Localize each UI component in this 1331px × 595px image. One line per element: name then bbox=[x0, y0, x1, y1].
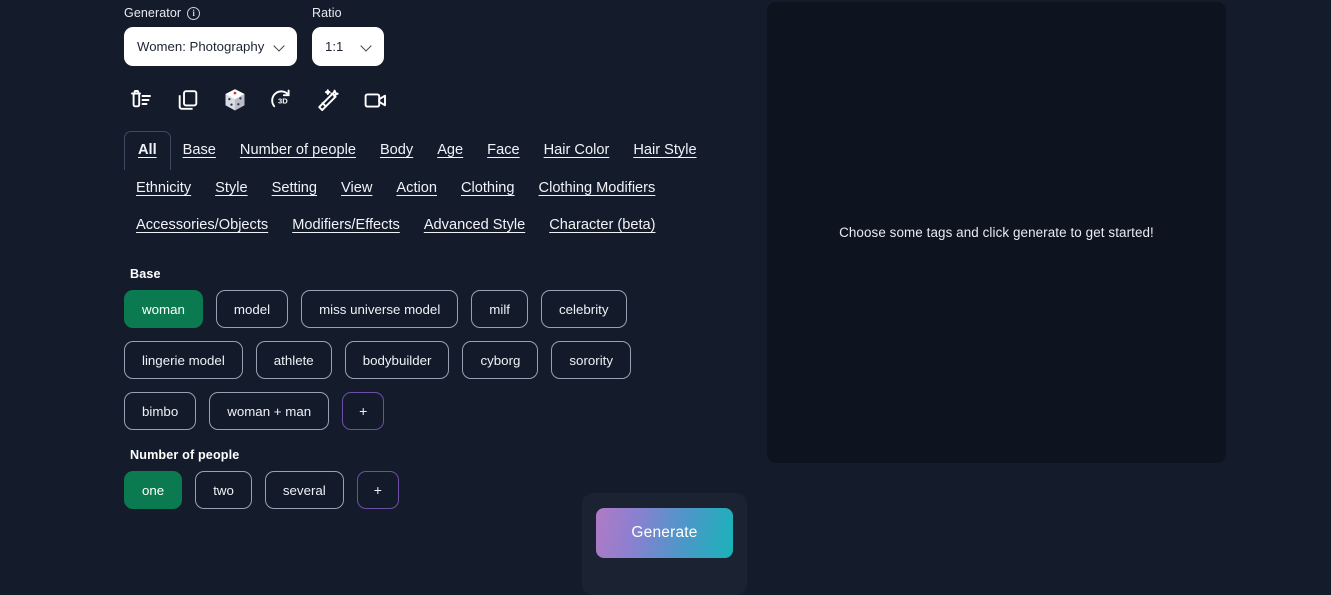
generator-select[interactable]: Women: Photography bbox=[124, 27, 297, 66]
tab-advanced-style[interactable]: Advanced Style bbox=[412, 207, 537, 244]
info-circle-icon[interactable]: i bbox=[187, 6, 201, 20]
tag-chip-list: woman model miss universe model milf cel… bbox=[124, 290, 694, 430]
add-tag-button[interactable]: + bbox=[356, 471, 399, 509]
tab-base[interactable]: Base bbox=[171, 132, 228, 169]
tab-age[interactable]: Age bbox=[425, 132, 475, 169]
tab-body[interactable]: Body bbox=[368, 132, 425, 169]
generator-controls-row: Generator i Women: Photography Ratio 1:1 bbox=[124, 0, 764, 66]
tag-chip[interactable]: milf bbox=[471, 290, 528, 328]
tab-hair-style[interactable]: Hair Style bbox=[621, 132, 708, 169]
tag-chip[interactable]: lingerie model bbox=[124, 341, 243, 379]
tab-setting[interactable]: Setting bbox=[260, 170, 329, 207]
generate-button[interactable]: Generate bbox=[596, 508, 733, 558]
tab-all[interactable]: All bbox=[124, 131, 171, 170]
clear-list-icon[interactable] bbox=[127, 87, 154, 114]
action-icon-toolbar: 3D bbox=[127, 84, 764, 116]
image-preview-panel: Choose some tags and click generate to g… bbox=[767, 2, 1226, 463]
ratio-field: Ratio 1:1 bbox=[312, 6, 384, 66]
chevron-down-icon bbox=[275, 41, 286, 52]
tab-modifiers-effects[interactable]: Modifiers/Effects bbox=[280, 207, 412, 244]
tag-chip[interactable]: several bbox=[264, 471, 344, 509]
copy-icon[interactable] bbox=[174, 87, 201, 114]
tag-chip[interactable]: athlete bbox=[255, 341, 332, 379]
tab-ethnicity[interactable]: Ethnicity bbox=[124, 170, 203, 207]
tab-accessories-objects[interactable]: Accessories/Objects bbox=[124, 207, 280, 244]
tag-group-title: Base bbox=[130, 267, 161, 281]
tab-face[interactable]: Face bbox=[475, 132, 531, 169]
tag-chip[interactable]: miss universe model bbox=[301, 290, 459, 328]
tab-view[interactable]: View bbox=[329, 170, 384, 207]
generator-label: Generator i bbox=[124, 6, 297, 20]
tab-clothing[interactable]: Clothing bbox=[449, 170, 527, 207]
tab-hair-color[interactable]: Hair Color bbox=[532, 132, 622, 169]
tag-chip[interactable]: bodybuilder bbox=[344, 341, 450, 379]
ratio-label: Ratio bbox=[312, 6, 384, 20]
generator-label-text: Generator bbox=[124, 6, 182, 20]
generator-field: Generator i Women: Photography bbox=[124, 6, 297, 66]
tag-chip[interactable]: model bbox=[215, 290, 289, 328]
magic-wand-icon[interactable] bbox=[315, 87, 342, 114]
tab-action[interactable]: Action bbox=[384, 170, 449, 207]
svg-text:3D: 3D bbox=[278, 96, 288, 105]
generate-dock: Generate bbox=[582, 493, 747, 595]
tag-chip[interactable]: cyborg bbox=[462, 341, 539, 379]
tag-chip[interactable]: celebrity bbox=[540, 290, 627, 328]
tag-group-title: Number of people bbox=[130, 448, 240, 462]
tab-character-beta[interactable]: Character (beta) bbox=[537, 207, 667, 244]
tab-style[interactable]: Style bbox=[203, 170, 259, 207]
dice-icon[interactable] bbox=[221, 87, 248, 114]
category-tabs: All Base Number of people Body Age Face … bbox=[124, 131, 724, 244]
tag-chip[interactable]: two bbox=[195, 471, 252, 509]
ratio-label-text: Ratio bbox=[312, 6, 342, 20]
tag-chip[interactable]: bimbo bbox=[124, 392, 197, 430]
tag-chip[interactable]: woman bbox=[124, 290, 203, 328]
generator-select-value: Women: Photography bbox=[137, 39, 265, 54]
preview-empty-message: Choose some tags and click generate to g… bbox=[839, 225, 1154, 240]
tab-clothing-modifiers[interactable]: Clothing Modifiers bbox=[527, 170, 668, 207]
tag-chip[interactable]: sorority bbox=[551, 341, 631, 379]
tab-number-of-people[interactable]: Number of people bbox=[228, 132, 368, 169]
tag-chip[interactable]: one bbox=[124, 471, 183, 509]
add-tag-button[interactable]: + bbox=[342, 392, 385, 430]
chevron-down-icon bbox=[362, 41, 373, 52]
tag-chip[interactable]: woman + man bbox=[209, 392, 330, 430]
ratio-select[interactable]: 1:1 bbox=[312, 27, 384, 66]
ratio-select-value: 1:1 bbox=[325, 39, 344, 54]
rotate-3d-icon[interactable]: 3D bbox=[268, 87, 295, 114]
video-camera-icon[interactable] bbox=[362, 87, 389, 114]
tag-group-base: Base woman model miss universe model mil… bbox=[124, 267, 764, 430]
